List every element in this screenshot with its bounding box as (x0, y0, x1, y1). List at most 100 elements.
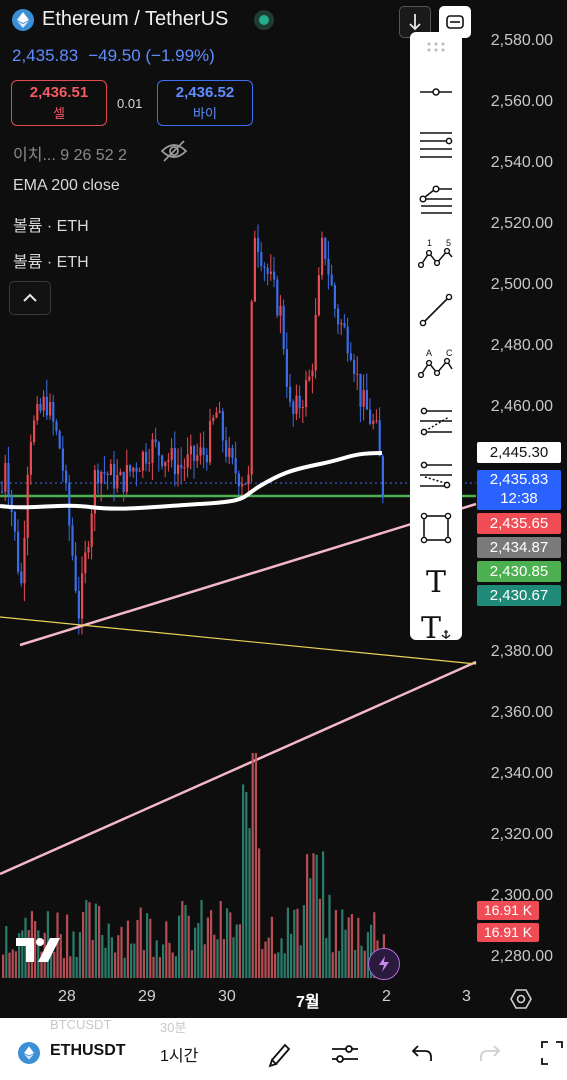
redo-button[interactable] (478, 1042, 502, 1069)
candle-body (237, 473, 240, 487)
candle-body (183, 467, 186, 469)
candle-body (49, 402, 52, 416)
collapse-legend-button[interactable] (9, 281, 51, 315)
candle-body (29, 442, 32, 475)
lightning-button[interactable] (368, 948, 400, 980)
candle-body (135, 467, 138, 472)
volume-bar (187, 915, 190, 978)
candle-body (308, 376, 311, 381)
volume-bar (238, 924, 241, 978)
candle-body (97, 470, 100, 484)
candle-body (330, 274, 333, 286)
volume-bar (226, 908, 229, 978)
volume-indicator-1[interactable]: 볼륨 · ETH (13, 212, 89, 236)
candle-body (129, 465, 132, 472)
symbol-title: Ethereum / TetherUS (42, 8, 229, 30)
volume-bar (354, 949, 357, 978)
horizontal-ray-icon[interactable] (418, 72, 454, 112)
y-tick-label: 2,560.00 (490, 93, 553, 110)
ichimoku-indicator[interactable]: 이치... 9 26 52 2 (13, 141, 127, 165)
candle-body (173, 447, 176, 475)
candle-body (84, 552, 87, 574)
arrow-down-icon (409, 14, 421, 31)
parallel-channel-icon[interactable] (418, 125, 454, 165)
candle-body (266, 267, 269, 274)
ethereum-logo-icon (12, 8, 34, 31)
text-icon[interactable]: T (418, 562, 454, 602)
volume-bar (331, 952, 334, 978)
y-tick-label: 2,360.00 (490, 704, 553, 721)
elliott-wave-icon[interactable]: 15 (418, 234, 454, 274)
candle-body (295, 395, 298, 414)
ema-indicator[interactable]: EMA 200 close (13, 177, 120, 195)
market-open-indicator-icon (254, 9, 275, 30)
candle-body (381, 456, 384, 498)
volume-bar (165, 921, 168, 978)
candle-body (161, 455, 164, 467)
x-tick-label: 30 (218, 988, 236, 1005)
candle-body (343, 322, 346, 327)
candle-body (285, 349, 288, 387)
candle-body (164, 461, 167, 467)
volume-bar (258, 848, 261, 978)
candle-body (346, 326, 349, 354)
candle-body (369, 409, 372, 425)
volume-bar (107, 923, 110, 978)
volume-bar (242, 784, 245, 978)
sell-button[interactable]: 2,436.51 셀 (11, 80, 107, 126)
volume-tag: 16.91 K (477, 923, 539, 942)
volume-tag: 16.91 K (477, 901, 539, 920)
anchored-text-icon[interactable]: T (418, 608, 454, 648)
sliders-icon (332, 1045, 358, 1063)
bar-countdown: 12:38 (500, 490, 538, 507)
fullscreen-button[interactable] (540, 1040, 564, 1071)
symbol-header[interactable]: Ethereum / TetherUS (12, 8, 275, 31)
candle-body (154, 439, 157, 443)
volume-bar (174, 956, 177, 978)
volume-bar (290, 933, 293, 978)
interval-selector[interactable]: 1시간 (160, 1042, 198, 1066)
candle-body (231, 447, 234, 459)
candle-body (186, 454, 189, 468)
volume-bar (200, 899, 203, 978)
candle-body (241, 483, 244, 487)
candle-body (10, 495, 13, 513)
volume-bar (197, 923, 200, 978)
fib-retracement-icon[interactable] (418, 402, 454, 442)
volume-bar (318, 898, 321, 978)
candle-body (353, 359, 356, 375)
ethereum-logo-icon (18, 1042, 40, 1064)
hidden-eye-icon[interactable] (160, 139, 188, 168)
candle-body (106, 473, 109, 476)
drag-handle-icon[interactable] (418, 34, 454, 60)
candle-body (209, 420, 212, 463)
candle-body (228, 447, 231, 457)
undo-button[interactable] (410, 1042, 434, 1069)
candle-body (36, 404, 39, 421)
drawing-pen-button[interactable] (266, 1040, 294, 1073)
volume-bar (72, 931, 75, 978)
trendline-icon[interactable] (418, 290, 454, 330)
abc-label-a: A (426, 348, 432, 358)
chart-settings-button[interactable] (510, 988, 532, 1015)
fib-extension-icon[interactable] (418, 456, 454, 496)
volume-bar (123, 957, 126, 978)
volume-bar (360, 945, 363, 978)
y-tick-label: 2,280.00 (490, 948, 553, 965)
candle-body (260, 251, 263, 267)
indicators-button[interactable] (330, 1040, 360, 1073)
rectangle-icon[interactable] (418, 508, 454, 548)
pitchfork-icon[interactable] (418, 180, 454, 220)
y-tick-label: 2,460.00 (490, 398, 553, 415)
volume-indicator-2[interactable]: 볼륨 · ETH (13, 248, 89, 272)
buy-button[interactable]: 2,436.52 바이 (157, 80, 253, 126)
candle-body (359, 373, 362, 407)
volume-bar (280, 938, 283, 978)
support-trendline (19, 502, 477, 647)
last-price-tag: 2,435.83 (489, 471, 549, 488)
volume-bar (2, 954, 5, 978)
abcd-pattern-icon[interactable]: AC (418, 344, 454, 384)
symbol-selector[interactable]: ETHUSDT (50, 1042, 126, 1060)
candle-body (321, 237, 324, 276)
y-tick-label: 2,480.00 (490, 337, 553, 354)
